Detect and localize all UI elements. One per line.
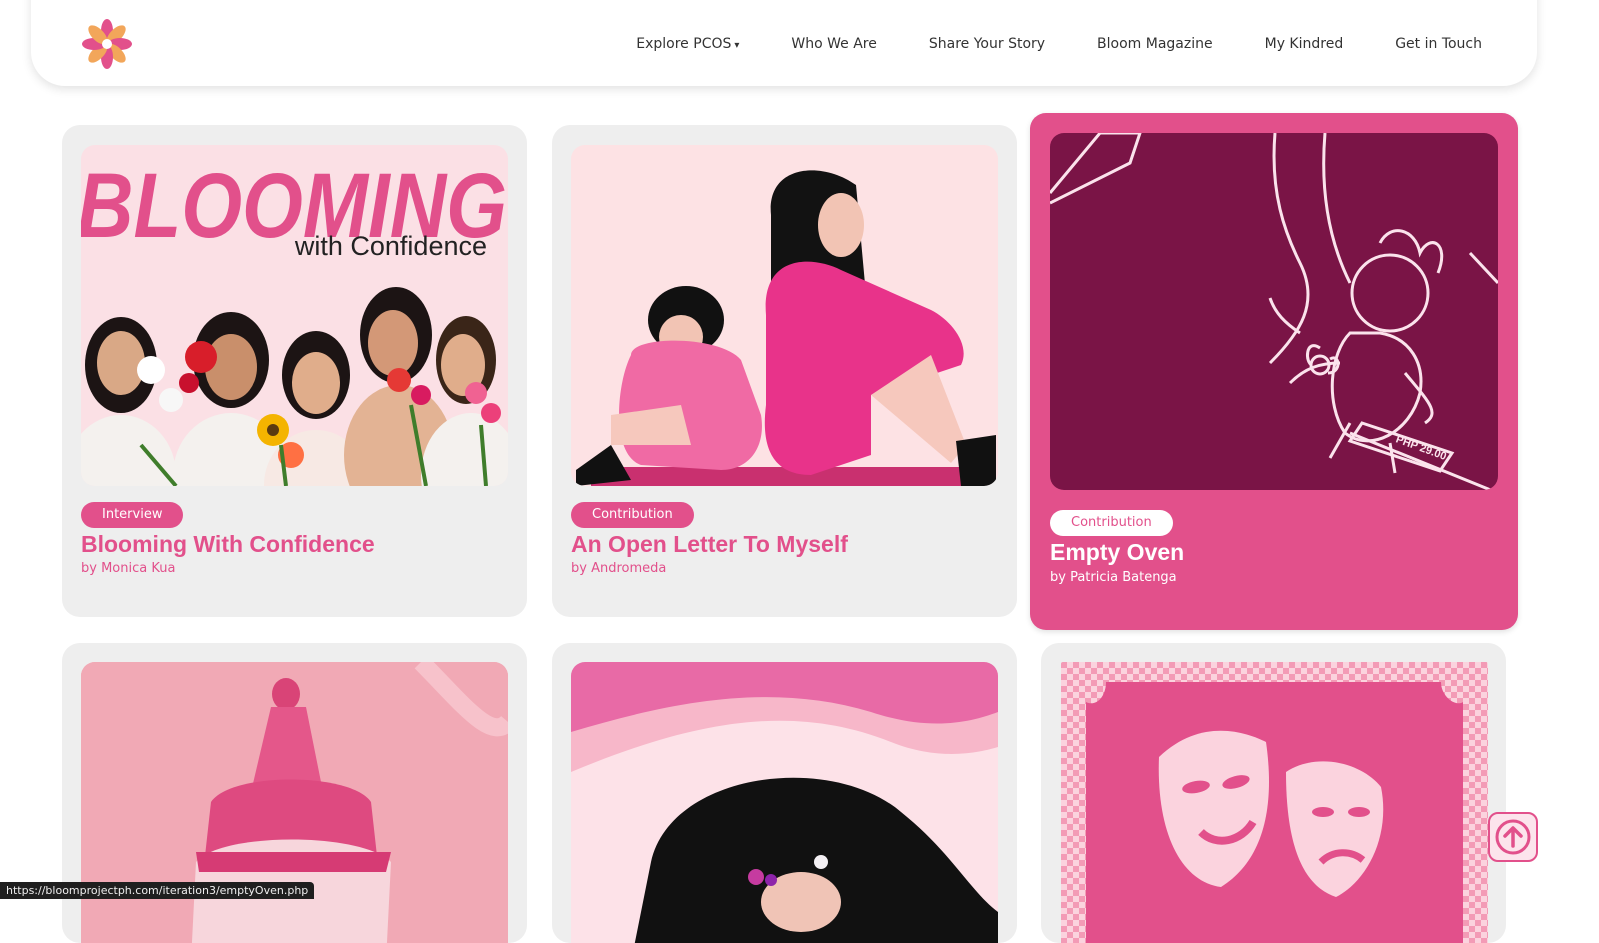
nav-links: Explore PCOS ▾ Who We Are Share Your Stor… (636, 36, 1482, 52)
nav-explore-pcos[interactable]: Explore PCOS ▾ (636, 36, 739, 52)
tag-badge[interactable]: Contribution (1050, 510, 1173, 536)
article-image-row2-2[interactable] (571, 662, 998, 943)
nav-bloom-magazine[interactable]: Bloom Magazine (1097, 36, 1213, 52)
article-image-empty-oven[interactable]: PHP 29.00 (1050, 133, 1498, 490)
nav-share-your-story[interactable]: Share Your Story (929, 36, 1045, 52)
article-image-row2-3[interactable] (1061, 662, 1488, 943)
article-title[interactable]: Empty Oven (1050, 539, 1184, 566)
with-confidence-text: with Confidence (294, 231, 487, 261)
tag-badge[interactable]: Contribution (571, 502, 694, 528)
article-card-row2-2[interactable] (552, 643, 1017, 943)
article-author: by Andromeda (571, 561, 667, 576)
nav-my-kindred[interactable]: My Kindred (1265, 36, 1344, 52)
scroll-to-top-button[interactable] (1488, 812, 1538, 862)
article-title[interactable]: An Open Letter To Myself (571, 531, 848, 558)
doll-line-illustration (1050, 133, 1498, 490)
chevron-down-icon: ▾ (734, 40, 740, 51)
article-author: by Monica Kua (81, 561, 176, 576)
article-image-open-letter[interactable] (571, 145, 998, 486)
article-image-row2-1[interactable] (81, 662, 508, 943)
arrow-up-icon (1495, 819, 1531, 855)
two-women-illustration (576, 170, 996, 486)
link-preview-url: https://bloomprojectph.com/iteration3/em… (0, 882, 315, 899)
article-image-blooming[interactable]: BLOOMING with Confidence (81, 145, 508, 486)
top-navbar: Explore PCOS ▾ Who We Are Share Your Stor… (31, 0, 1537, 86)
article-title[interactable]: Blooming With Confidence (81, 531, 375, 558)
article-card-row2-3[interactable] (1041, 643, 1506, 943)
portrait-illustration (571, 697, 998, 943)
group-photo-illustration (81, 287, 508, 486)
article-card-empty-oven[interactable]: PHP 29.00 Contribution Empty Oven by Pat… (1030, 113, 1518, 630)
article-card-open-letter[interactable]: Contribution An Open Letter To Myself by… (552, 125, 1017, 617)
article-author: by Patricia Batenga (1050, 570, 1177, 585)
article-card-blooming[interactable]: BLOOMING with Confidence Interview Bloom… (62, 125, 527, 617)
seated-figure-illustration (81, 662, 508, 943)
tag-badge[interactable]: Interview (81, 502, 184, 528)
nav-explore-pcos-label: Explore PCOS (636, 36, 732, 52)
nav-get-in-touch[interactable]: Get in Touch (1395, 36, 1482, 52)
nav-who-we-are[interactable]: Who We Are (791, 36, 876, 52)
flower-logo-icon[interactable] (81, 18, 133, 70)
